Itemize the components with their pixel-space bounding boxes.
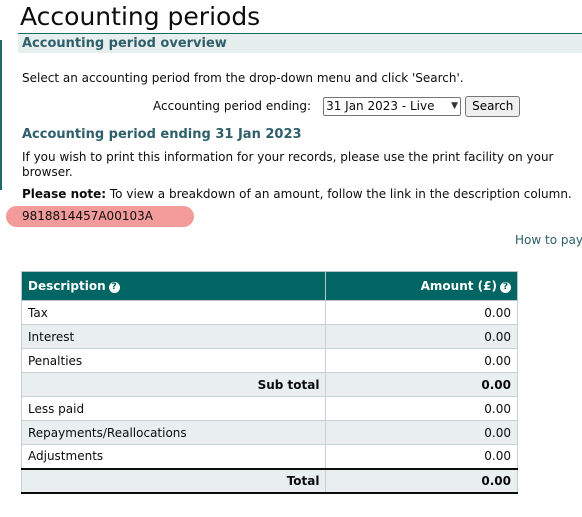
row-amount: 0.00 (325, 444, 518, 469)
total-amount: 0.00 (325, 467, 518, 494)
amount-header-label: Amount (£) (420, 279, 497, 293)
help-icon[interactable]: ? (500, 282, 511, 293)
table-row: Interest 0.00 (20, 324, 518, 349)
table-row: Tax 0.00 (20, 300, 518, 325)
table-row: Adjustments 0.00 (20, 444, 518, 469)
how-to-pay-link[interactable]: How to pay (515, 233, 582, 247)
row-description: Less paid (20, 396, 327, 421)
period-select-value: 31 Jan 2023 - Live (326, 99, 435, 113)
row-amount: 0.00 (325, 420, 518, 445)
amount-column-header: Amount (£)? (325, 271, 518, 301)
table-row: Penalties 0.00 (20, 348, 518, 373)
help-icon[interactable]: ? (108, 282, 120, 293)
subtotal-row: Sub total 0.00 (20, 372, 518, 397)
note-label: Please note: (22, 187, 107, 201)
subtotal-amount: 0.00 (325, 372, 518, 397)
table-header-row: Description? Amount (£)? (20, 271, 518, 301)
row-description: Repayments/Reallocations (20, 420, 327, 445)
accounting-period-select[interactable]: 31 Jan 2023 - Live ▼ (323, 96, 462, 116)
total-row: Total 0.00 (20, 467, 518, 494)
page: Accounting periods Accounting period ove… (0, 0, 582, 517)
period-heading: Accounting period ending 31 Jan 2023 (22, 127, 302, 142)
row-description: Tax (20, 300, 327, 325)
row-amount: 0.00 (325, 396, 518, 421)
period-select-label: Accounting period ending: (153, 99, 312, 113)
row-description: Interest (20, 324, 327, 349)
note-body: To view a breakdown of an amount, follow… (106, 187, 572, 201)
section-header-bar: Accounting period overview (18, 33, 582, 53)
payment-reference: 9818814457A00103A (22, 209, 153, 223)
table-row: Less paid 0.00 (20, 396, 518, 421)
section-title: Accounting period overview (22, 36, 227, 51)
table-row: Repayments/Reallocations 0.00 (20, 420, 518, 445)
row-description: Adjustments (20, 444, 327, 469)
left-border-rule (0, 40, 2, 190)
description-column-header: Description? (20, 271, 327, 301)
subtotal-label: Sub total (20, 372, 327, 397)
chevron-down-icon: ▼ (451, 101, 459, 111)
row-amount: 0.00 (325, 348, 518, 373)
row-amount: 0.00 (325, 324, 518, 349)
description-header-label: Description (28, 279, 106, 293)
search-button[interactable]: Search (465, 95, 521, 117)
row-amount: 0.00 (325, 300, 518, 325)
amounts-table: Description? Amount (£)? Tax 0.00 Intere… (20, 271, 518, 494)
row-description: Penalties (20, 348, 327, 373)
period-selector-row: Accounting period ending: 31 Jan 2023 - … (153, 95, 521, 117)
note-text: Please note: To view a breakdown of an a… (22, 187, 572, 201)
page-title: Accounting periods (20, 2, 261, 31)
intro-text: Select an accounting period from the dro… (22, 71, 464, 85)
total-label: Total (20, 467, 327, 494)
print-instructions: If you wish to print this information fo… (22, 150, 554, 179)
